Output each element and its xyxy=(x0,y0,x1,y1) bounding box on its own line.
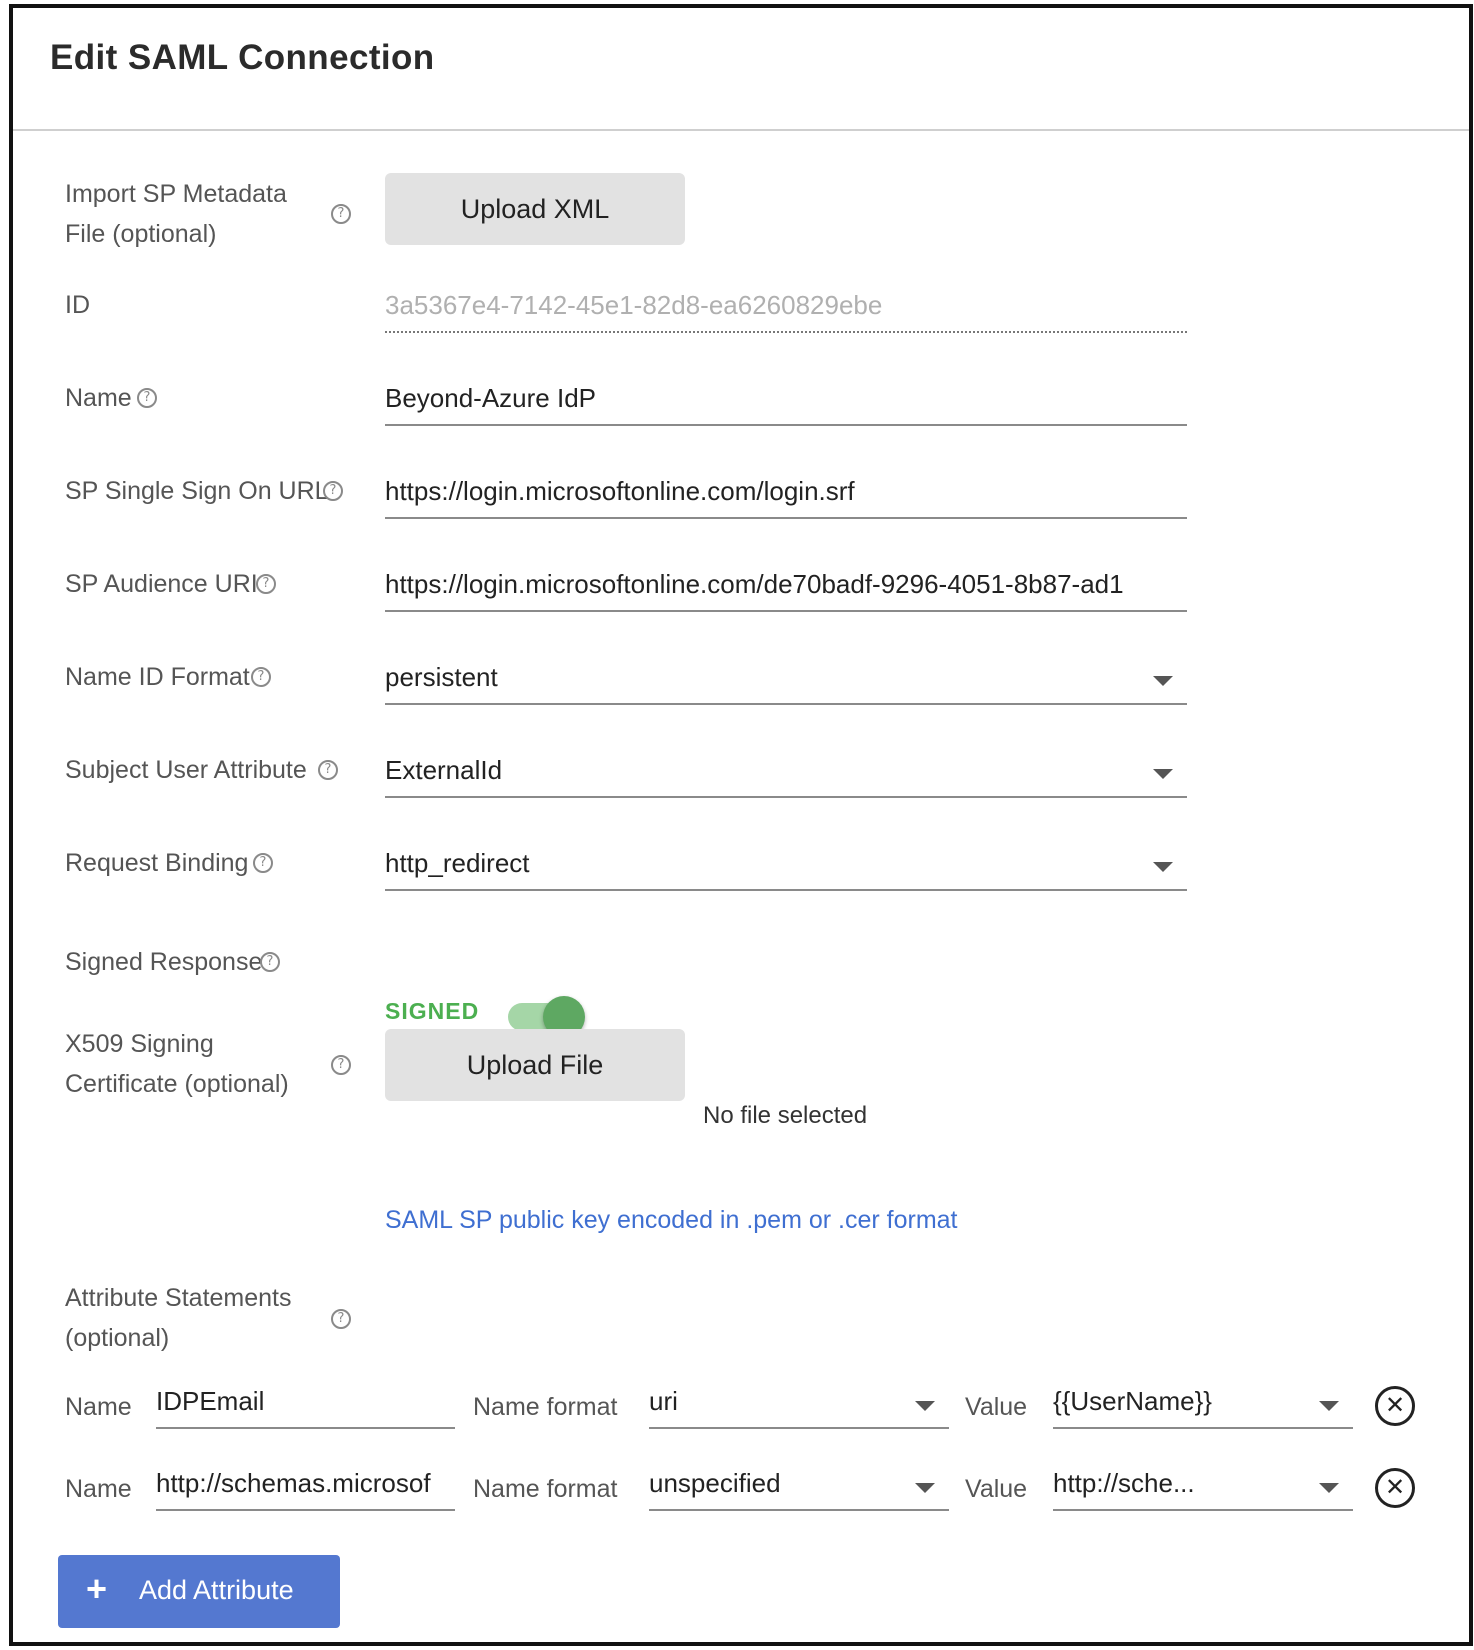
chevron-down-icon[interactable] xyxy=(1153,769,1173,779)
attribute-format-label: Name format xyxy=(473,1475,618,1503)
help-icon[interactable]: ? xyxy=(331,1055,351,1075)
help-icon[interactable]: ? xyxy=(318,760,338,780)
attribute-name-label: Name xyxy=(65,1475,132,1503)
import-metadata-label: Import SP Metadata File (optional) xyxy=(65,180,287,248)
name-input[interactable]: Beyond-Azure IdP xyxy=(385,378,1187,426)
chevron-down-icon[interactable] xyxy=(1153,676,1173,686)
help-icon[interactable]: ? xyxy=(331,1309,351,1329)
chevron-down-icon[interactable] xyxy=(1153,862,1173,872)
attribute-format-select[interactable]: uri xyxy=(649,1381,949,1429)
upload-xml-button[interactable]: Upload XML xyxy=(385,173,685,245)
help-icon[interactable]: ? xyxy=(251,667,271,687)
name-id-format-select[interactable]: persistent xyxy=(385,657,1187,705)
help-icon[interactable]: ? xyxy=(137,388,157,408)
name-id-format-label: Name ID Format xyxy=(65,663,250,691)
add-attribute-button[interactable]: + Add Attribute xyxy=(58,1555,340,1628)
help-icon[interactable]: ? xyxy=(260,952,280,972)
sso-url-input[interactable]: https://login.microsoftonline.com/login.… xyxy=(385,471,1187,519)
subject-user-attribute-label: Subject User Attribute xyxy=(65,756,307,784)
help-icon[interactable]: ? xyxy=(331,204,351,224)
name-label: Name xyxy=(65,384,132,412)
edit-saml-dialog: Edit SAML Connection Import SP Metadata … xyxy=(9,4,1473,1646)
help-icon[interactable]: ? xyxy=(323,481,343,501)
help-icon[interactable]: ? xyxy=(253,853,273,873)
remove-attribute-icon[interactable]: ✕ xyxy=(1375,1386,1415,1426)
audience-uri-input[interactable]: https://login.microsoftonline.com/de70ba… xyxy=(385,564,1187,612)
x509-label: X509 Signing Certificate (optional) xyxy=(65,1030,289,1098)
attribute-format-label: Name format xyxy=(473,1393,618,1421)
request-binding-select[interactable]: http_redirect xyxy=(385,843,1187,891)
audience-uri-label: SP Audience URI xyxy=(65,570,258,598)
add-attribute-label: Add Attribute xyxy=(139,1575,294,1605)
attribute-name-input[interactable]: http://schemas.microsof xyxy=(156,1463,455,1511)
dialog-title: Edit SAML Connection xyxy=(50,38,435,77)
chevron-down-icon[interactable] xyxy=(1319,1483,1339,1493)
chevron-down-icon[interactable] xyxy=(1319,1401,1339,1411)
attribute-statements-label: Attribute Statements (optional) xyxy=(65,1284,292,1352)
attribute-value-select[interactable]: {{UserName}} xyxy=(1053,1381,1353,1429)
x509-hint: SAML SP public key encoded in .pem or .c… xyxy=(385,1206,958,1234)
attribute-format-select[interactable]: unspecified xyxy=(649,1463,949,1511)
subject-user-attribute-select[interactable]: ExternalId xyxy=(385,750,1187,798)
id-field: 3a5367e4-7142-45e1-82d8-ea6260829ebe xyxy=(385,285,1187,333)
chevron-down-icon[interactable] xyxy=(915,1401,935,1411)
attribute-name-label: Name xyxy=(65,1393,132,1421)
header-divider xyxy=(13,129,1469,131)
request-binding-label: Request Binding xyxy=(65,849,249,877)
attribute-value-label: Value xyxy=(965,1475,1028,1503)
attribute-value-label: Value xyxy=(965,1393,1028,1421)
signed-state-text: SIGNED xyxy=(385,998,480,1024)
id-label: ID xyxy=(65,291,90,319)
attribute-value-select[interactable]: http://sche... xyxy=(1053,1463,1353,1511)
remove-attribute-icon[interactable]: ✕ xyxy=(1375,1468,1415,1508)
chevron-down-icon[interactable] xyxy=(915,1483,935,1493)
attribute-name-input[interactable]: IDPEmail xyxy=(156,1381,455,1429)
upload-file-button[interactable]: Upload File xyxy=(385,1029,685,1101)
plus-icon: + xyxy=(86,1568,108,1609)
file-status-text: No file selected xyxy=(703,1102,868,1129)
signed-response-label: Signed Response xyxy=(65,948,263,976)
help-icon[interactable]: ? xyxy=(256,574,276,594)
sso-url-label: SP Single Sign On URL xyxy=(65,477,329,505)
